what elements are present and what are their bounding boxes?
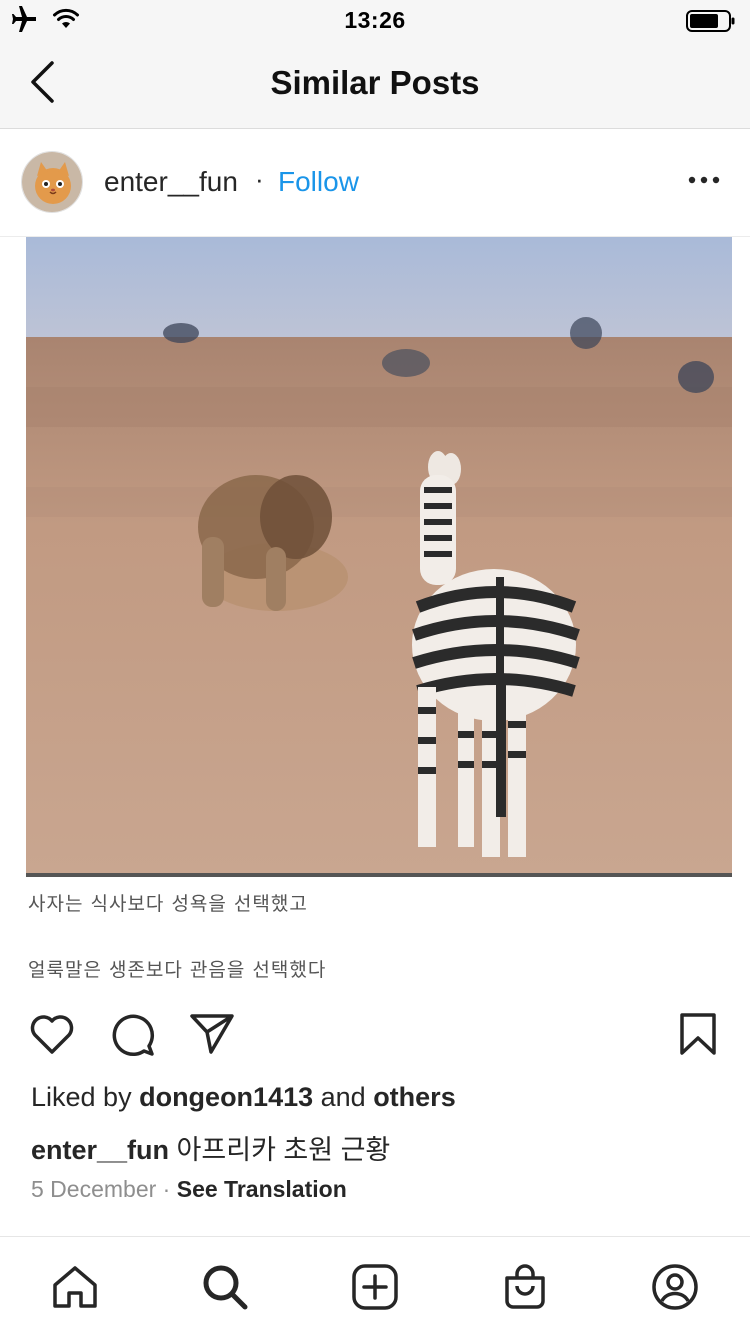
status-bar: 13:26 (0, 0, 750, 40)
meta-separator: · (156, 1176, 177, 1202)
home-icon (53, 1266, 97, 1308)
likes-user[interactable]: dongeon1413 (139, 1082, 313, 1112)
share-icon (190, 1014, 234, 1054)
post-media[interactable]: 사자는 식사보다 성욕을 선택했고 얼룩말은 생존보다 관음을 선택했다 (0, 236, 750, 986)
search-icon (203, 1265, 248, 1310)
post-photo (26, 237, 732, 877)
tab-shop[interactable] (499, 1261, 551, 1313)
tab-search[interactable] (199, 1261, 251, 1313)
tab-create[interactable] (349, 1261, 401, 1313)
image-caption-line1: 사자는 식사보다 성욕을 선택했고 (28, 893, 308, 915)
shop-icon (505, 1264, 545, 1309)
comment-button[interactable] (108, 1010, 156, 1058)
page-title: Similar Posts (270, 64, 480, 101)
share-button[interactable] (188, 1010, 236, 1058)
profile-icon (652, 1264, 698, 1310)
post-caption: enter__fun 아프리카 초원 근황 (31, 1128, 390, 1167)
post-username[interactable]: enter__fun (104, 166, 238, 198)
avatar[interactable] (21, 151, 83, 213)
likes-middle: and (313, 1082, 374, 1112)
caption-text: 아프리카 초원 근황 (169, 1135, 391, 1165)
likes-text: Liked by dongeon1413 and others (31, 1082, 456, 1113)
likes-others[interactable]: others (373, 1082, 456, 1112)
post-meta: 5 December · See Translation (31, 1176, 347, 1203)
tab-profile[interactable] (649, 1261, 701, 1313)
more-icon (688, 176, 720, 184)
bookmark-button[interactable] (674, 1010, 722, 1058)
like-button[interactable] (28, 1010, 76, 1058)
image-caption-line2: 얼룩말은 생존보다 관음을 선택했다 (28, 959, 327, 981)
caption-username[interactable]: enter__fun (31, 1135, 169, 1165)
status-time: 13:26 (344, 7, 406, 33)
cat-avatar-icon (22, 152, 82, 212)
username-separator: · (255, 164, 264, 194)
more-options-button[interactable] (684, 168, 724, 192)
battery-icon (686, 9, 736, 38)
follow-button[interactable]: Follow (278, 166, 359, 198)
post-date: 5 December (31, 1176, 157, 1202)
bookmark-icon (680, 1013, 716, 1055)
comment-icon (112, 1014, 155, 1057)
see-translation-link[interactable]: See Translation (177, 1176, 347, 1202)
post-header: enter__fun · Follow (0, 130, 750, 236)
nav-header: Similar Posts (0, 40, 750, 129)
add-icon (352, 1264, 398, 1310)
heart-icon (30, 1015, 74, 1054)
likes-prefix: Liked by (31, 1082, 140, 1112)
tab-home[interactable] (49, 1261, 101, 1313)
post-actions (0, 986, 750, 1082)
tab-bar (0, 1236, 750, 1334)
